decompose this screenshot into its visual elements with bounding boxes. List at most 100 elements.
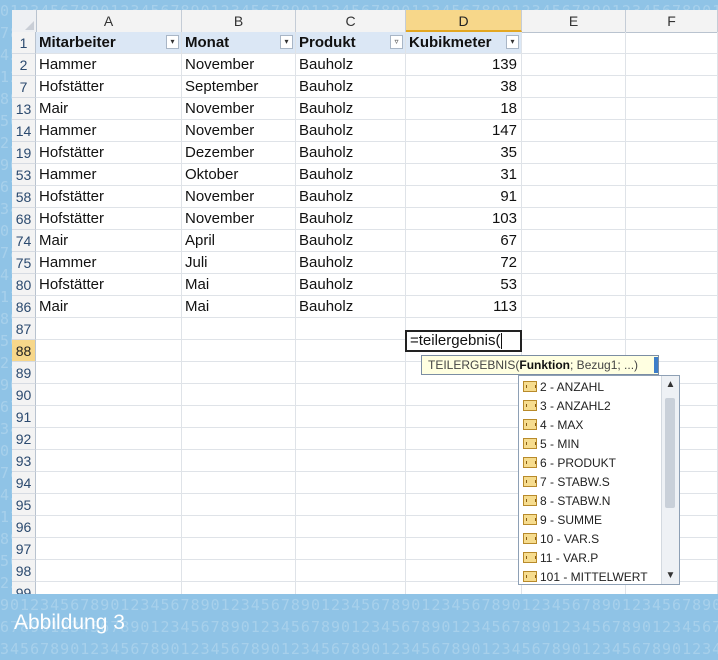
cell[interactable] <box>522 208 626 229</box>
scroll-down-icon[interactable]: ▼ <box>662 567 679 584</box>
cell[interactable] <box>182 340 296 361</box>
cell[interactable] <box>522 274 626 295</box>
cell[interactable]: Hammer <box>36 164 182 185</box>
cell[interactable]: November <box>182 186 296 207</box>
row-header[interactable]: 68 <box>12 208 36 230</box>
cell[interactable] <box>36 516 182 537</box>
cell[interactable] <box>626 76 718 97</box>
cell[interactable] <box>522 98 626 119</box>
cell[interactable] <box>36 582 182 594</box>
cell[interactable] <box>36 472 182 493</box>
cell[interactable] <box>36 318 182 339</box>
autocomplete-item[interactable]: 4 - MAX <box>523 416 583 435</box>
cell[interactable] <box>36 362 182 383</box>
cell[interactable]: Bauholz <box>296 164 406 185</box>
cell[interactable] <box>626 318 718 339</box>
row-header[interactable]: 19 <box>12 142 36 164</box>
cell[interactable]: Bauholz <box>296 120 406 141</box>
cell[interactable]: Dezember <box>182 142 296 163</box>
row-header[interactable]: 91 <box>12 406 36 428</box>
cell[interactable]: November <box>182 98 296 119</box>
cell[interactable] <box>522 164 626 185</box>
cell[interactable] <box>296 362 406 383</box>
column-header-b[interactable]: B <box>182 10 296 32</box>
cell[interactable] <box>522 318 626 339</box>
cell[interactable]: Juli <box>182 252 296 273</box>
cell[interactable] <box>182 516 296 537</box>
cell[interactable]: Bauholz <box>296 186 406 207</box>
cell[interactable] <box>36 384 182 405</box>
scroll-up-icon[interactable]: ▲ <box>662 376 679 393</box>
cell[interactable]: Hofstätter <box>36 208 182 229</box>
cell[interactable]: Mair <box>36 296 182 317</box>
row-header[interactable]: 74 <box>12 230 36 252</box>
autocomplete-item[interactable]: 101 - MITTELWERT <box>523 568 648 587</box>
row-header[interactable]: 1 <box>12 32 36 54</box>
cell[interactable]: 147 <box>406 120 522 141</box>
column-header-d[interactable]: D <box>406 10 522 32</box>
cell[interactable] <box>626 32 718 53</box>
cell[interactable] <box>182 582 296 594</box>
cell[interactable] <box>626 230 718 251</box>
cell[interactable]: Bauholz <box>296 274 406 295</box>
autocomplete-item[interactable]: 2 - ANZAHL <box>523 378 604 397</box>
cell[interactable] <box>36 450 182 471</box>
header-cell[interactable]: Monat <box>182 32 296 53</box>
cell[interactable] <box>296 384 406 405</box>
row-header[interactable]: 96 <box>12 516 36 538</box>
cell[interactable] <box>522 76 626 97</box>
cell[interactable] <box>522 296 626 317</box>
cell[interactable] <box>406 582 522 594</box>
cell[interactable]: 18 <box>406 98 522 119</box>
cell[interactable]: November <box>182 120 296 141</box>
autocomplete-list[interactable]: 2 - ANZAHL 3 - ANZAHL2 4 - MAX 5 - MIN 6 - P… <box>518 375 680 585</box>
column-header-f[interactable]: F <box>626 10 718 32</box>
row-header[interactable]: 53 <box>12 164 36 186</box>
header-cell[interactable]: Kubikmeter <box>406 32 522 53</box>
row-header[interactable]: 86 <box>12 296 36 318</box>
cell[interactable] <box>296 582 406 594</box>
cell[interactable] <box>522 32 626 53</box>
cell[interactable]: Mai <box>182 296 296 317</box>
cell[interactable] <box>626 120 718 141</box>
autocomplete-item[interactable]: 10 - VAR.S <box>523 530 599 549</box>
cell[interactable] <box>406 494 522 515</box>
cell[interactable]: 31 <box>406 164 522 185</box>
cell[interactable] <box>296 560 406 581</box>
cell[interactable]: April <box>182 230 296 251</box>
cell[interactable]: Bauholz <box>296 98 406 119</box>
row-header[interactable]: 75 <box>12 252 36 274</box>
cell[interactable]: 72 <box>406 252 522 273</box>
cell[interactable]: Mair <box>36 230 182 251</box>
cell[interactable] <box>296 472 406 493</box>
cell[interactable]: 38 <box>406 76 522 97</box>
autocomplete-item[interactable]: 3 - ANZAHL2 <box>523 397 611 416</box>
cell[interactable] <box>36 406 182 427</box>
cell[interactable]: September <box>182 76 296 97</box>
cell[interactable]: Hofstätter <box>36 142 182 163</box>
row-header[interactable]: 2 <box>12 54 36 76</box>
cell[interactable] <box>626 296 718 317</box>
cell[interactable] <box>182 472 296 493</box>
cell[interactable]: 113 <box>406 296 522 317</box>
row-header[interactable]: 58 <box>12 186 36 208</box>
cell[interactable]: Hammer <box>36 252 182 273</box>
cell[interactable] <box>182 362 296 383</box>
cell[interactable] <box>182 428 296 449</box>
cell[interactable] <box>626 142 718 163</box>
cell[interactable] <box>296 340 406 361</box>
function-tooltip[interactable]: TEILERGEBNIS(Funktion; Bezug1; ...) <box>421 355 659 375</box>
spreadsheet[interactable]: A B C D E F 1 2 7 13 14 19 53 58 68 74 75 80 86 87 88 8… <box>12 10 718 594</box>
row-header[interactable]: 88 <box>12 340 36 362</box>
cell[interactable]: 139 <box>406 54 522 75</box>
row-header[interactable]: 90 <box>12 384 36 406</box>
cell[interactable] <box>296 516 406 537</box>
cell[interactable] <box>406 428 522 449</box>
header-cell[interactable]: Mitarbeiter <box>36 32 182 53</box>
cell[interactable] <box>182 406 296 427</box>
cell[interactable] <box>36 538 182 559</box>
cell[interactable]: Bauholz <box>296 296 406 317</box>
filter-active-icon[interactable]: ▿ <box>390 35 403 49</box>
cell[interactable]: Bauholz <box>296 252 406 273</box>
autocomplete-item[interactable]: 7 - STABW.S <box>523 473 610 492</box>
